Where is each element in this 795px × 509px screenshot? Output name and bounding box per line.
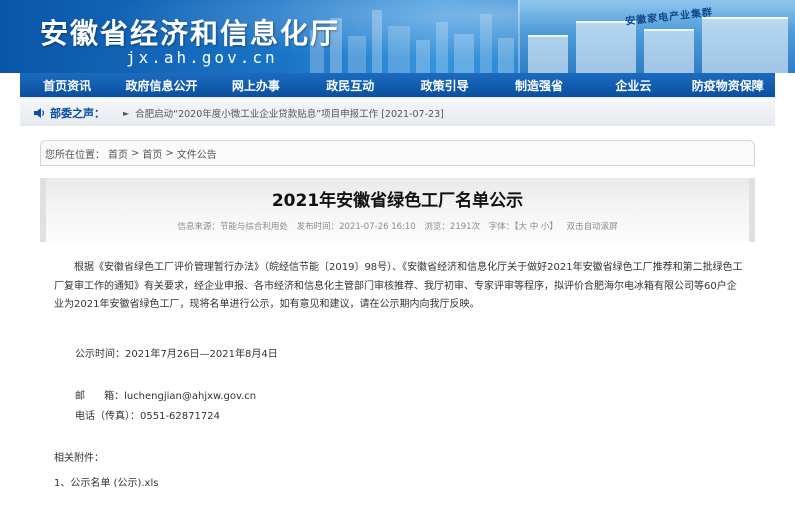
contact-phone: 电话（传真）：0551-62871724	[75, 411, 220, 422]
notice-link[interactable]: 合肥启动“2020年度小微工业企业贷款贴息”项目申报工作 [2021-07-23…	[135, 106, 444, 120]
attachment-link[interactable]: 1、公示名单 (公示).xls	[54, 474, 158, 489]
site-title[interactable]: 安徽省经济和信息化厅	[40, 12, 340, 52]
notice-label: 部委之声：	[50, 107, 105, 120]
main-nav: 首页资讯 政府信息公开 网上办事 政民互动 政策引导 制造强省 企业云 防疫物资…	[20, 73, 775, 99]
breadcrumb-separator: >	[131, 147, 140, 159]
speaker-icon	[34, 108, 45, 118]
notice-bar: 部委之声： ► 合肥启动“2020年度小微工业企业贷款贴息”项目申报工作 [20…	[20, 100, 775, 126]
meta-published: 发布时间：2021-07-26 16:10	[296, 222, 416, 232]
meta-views: 浏览：2191次	[424, 222, 481, 232]
nav-item-manufacturing[interactable]: 制造强省	[492, 73, 586, 99]
breadcrumb: 您所在位置： 首页 > 首页 > 文件公告	[40, 140, 755, 166]
meta-autoscroll: 双击自动滚屏	[566, 222, 618, 232]
article-title: 2021年安徽省绿色工厂名单公示	[271, 191, 524, 211]
breadcrumb-item-home[interactable]: 首页	[108, 146, 128, 161]
notice-arrow-icon: ►	[123, 108, 130, 118]
article-body: 根据《安徽省绿色工厂评价管理暂行办法》（皖经信节能〔2019〕98号）、《安徽省…	[54, 262, 743, 310]
site-domain: jx.ah.gov.cn	[126, 48, 278, 67]
article-meta: 信息来源：节能与综合利用处 发布时间：2021-07-26 16:10 浏览：2…	[46, 220, 749, 232]
breadcrumb-separator: >	[165, 147, 174, 159]
meta-source: 信息来源：节能与综合利用处	[177, 222, 288, 232]
meta-font-size-toggle[interactable]: 字体：【大 中 小】	[489, 222, 558, 232]
breadcrumb-item-notices[interactable]: 文件公告	[177, 146, 217, 161]
article-header: 2021年安徽省绿色工厂名单公示 信息来源：节能与综合利用处 发布时间：2021…	[40, 178, 755, 242]
content-card: 您所在位置： 首页 > 首页 > 文件公告 2021年安徽省绿色工厂名单公示 信…	[30, 126, 765, 509]
nav-item-policy[interactable]: 政策引导	[398, 73, 492, 99]
nav-item-home-news[interactable]: 首页资讯	[20, 73, 114, 99]
attachments-label: 相关附件：	[54, 453, 104, 464]
header-banner: 安徽家电产业集群 安徽省经济和信息化厅 jx.ah.gov.cn	[0, 0, 795, 73]
breadcrumb-item-home-2[interactable]: 首页	[142, 146, 162, 161]
contact-email: 邮 箱：luchengjian@ahjxw.gov.cn	[75, 391, 257, 402]
nav-item-online-services[interactable]: 网上办事	[209, 73, 303, 99]
nav-item-epidemic-supplies[interactable]: 防疫物资保障	[681, 73, 775, 99]
publicity-period: 公示时间：2021年7月26日—2021年8月4日	[75, 349, 278, 360]
nav-item-enterprise-cloud[interactable]: 企业云	[586, 73, 680, 99]
nav-item-gov-info[interactable]: 政府信息公开	[114, 73, 208, 99]
nav-item-interaction[interactable]: 政民互动	[303, 73, 397, 99]
breadcrumb-prefix: 您所在位置：	[45, 149, 105, 161]
